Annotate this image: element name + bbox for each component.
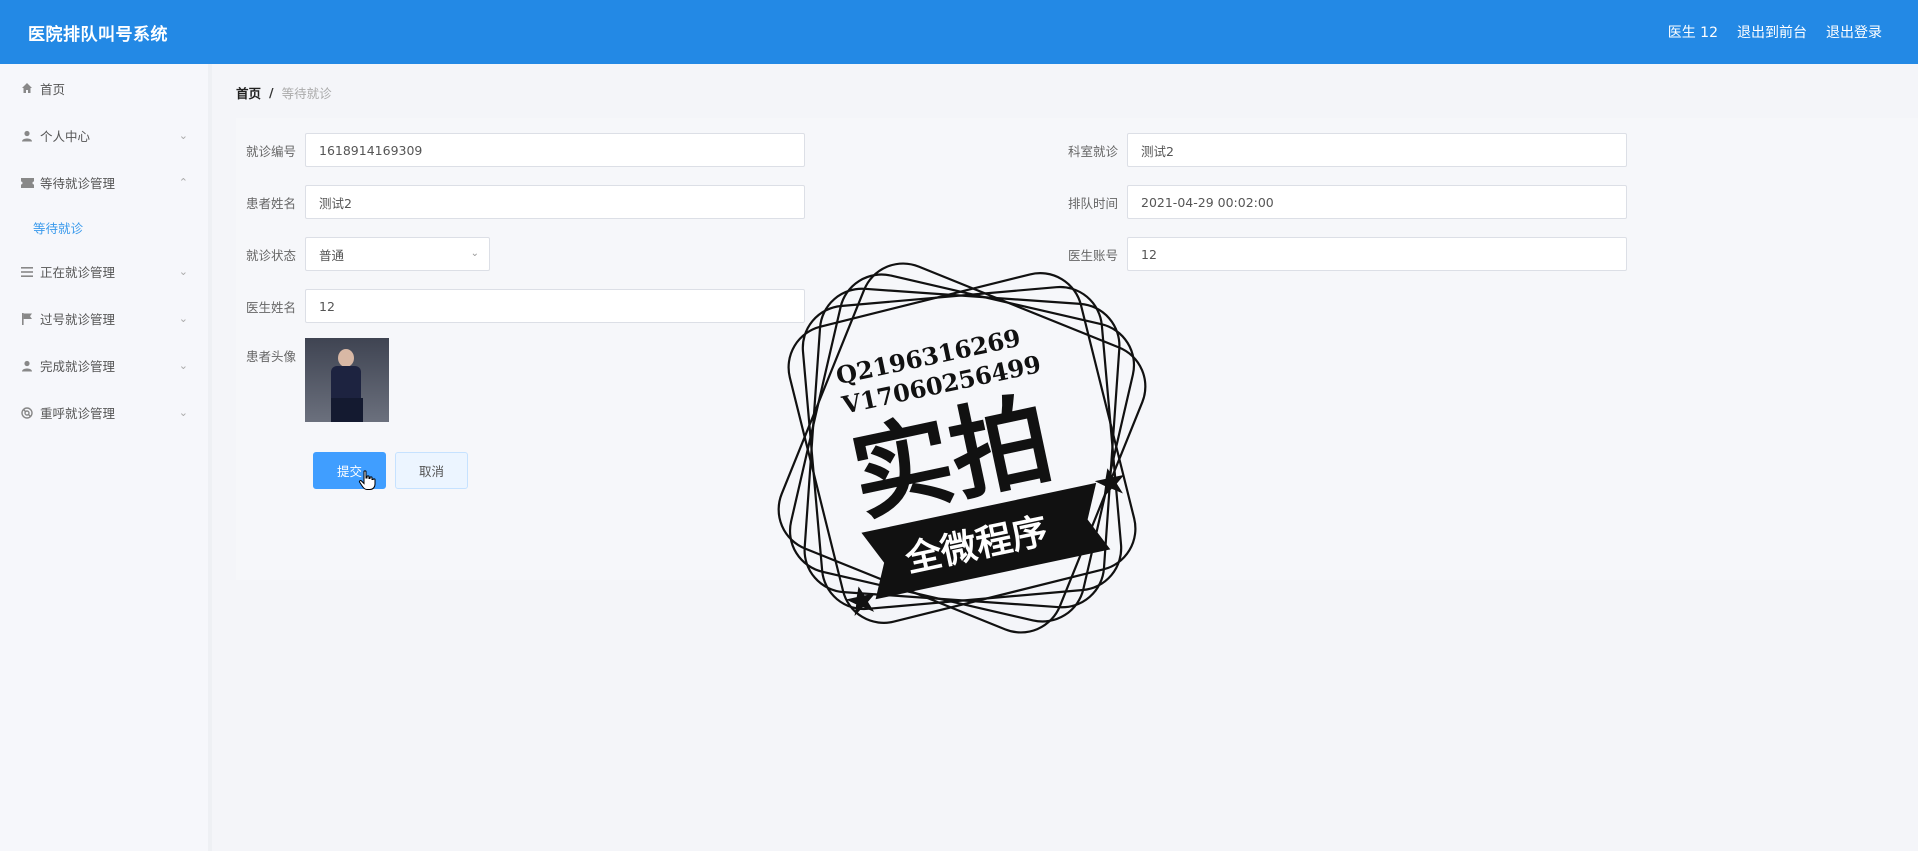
sidebar-item-label: 重呼就诊管理: [40, 406, 116, 421]
form-row-doctor-name: 医生姓名 12: [236, 289, 805, 323]
flag-icon: [20, 312, 34, 326]
sidebar-item-label: 完成就诊管理: [40, 359, 116, 374]
sidebar-item-label: 个人中心: [40, 129, 91, 144]
logout-link[interactable]: 退出登录: [1826, 22, 1882, 42]
breadcrumb-separator: /: [269, 84, 274, 100]
chevron-down-icon: ⌄: [178, 359, 188, 372]
doctor-name-label: 医生姓名: [245, 299, 296, 315]
hand-pointer-icon: [358, 470, 376, 490]
patient-avatar-image[interactable]: [305, 338, 389, 422]
ticket-icon: [20, 176, 34, 190]
sidebar-item-in-progress-management[interactable]: 正在就诊管理 ⌄: [0, 248, 208, 295]
patient-avatar-label: 患者头像: [245, 349, 296, 364]
top-nav-links: 医生 12 退出到前台 退出登录: [1668, 22, 1882, 42]
status-label: 就诊状态: [245, 247, 296, 263]
form-row-queue-time: 排队时间 2021-04-29 00:02:00: [1058, 185, 1627, 219]
sidebar-item-missed-management[interactable]: 过号就诊管理 ⌄: [0, 295, 208, 342]
department-input[interactable]: 测试2: [1127, 133, 1627, 167]
sidebar-item-label: 过号就诊管理: [40, 312, 116, 327]
cancel-button[interactable]: 取消: [395, 452, 468, 489]
form-row-visit-no: 就诊编号 1618914169309: [236, 133, 805, 167]
queue-time-label: 排队时间: [1067, 195, 1118, 211]
chevron-down-icon: ⌄: [178, 265, 188, 278]
visit-no-label: 就诊编号: [245, 143, 296, 159]
sidebar-item-personal-center[interactable]: 个人中心 ⌄: [0, 112, 208, 159]
form-row-department: 科室就诊 测试2: [1058, 133, 1627, 167]
home-icon: [20, 81, 34, 95]
user-icon: [20, 129, 34, 143]
patient-name-label: 患者姓名: [245, 195, 296, 211]
chevron-up-icon: ⌃: [178, 176, 188, 189]
sidebar-item-label: 正在就诊管理: [40, 265, 116, 280]
form-row-avatar: 患者头像: [236, 338, 389, 422]
sidebar-item-waiting-management[interactable]: 等待就诊管理 ⌃: [0, 159, 208, 206]
breadcrumb-current: 等待就诊: [281, 85, 332, 101]
sidebar-item-recall-management[interactable]: 重呼就诊管理 ⌄: [0, 389, 208, 436]
chevron-down-icon: ⌄: [470, 248, 479, 259]
queue-time-input[interactable]: 2021-04-29 00:02:00: [1127, 185, 1627, 219]
form-row-status: 就诊状态 普通 ⌄: [236, 237, 490, 271]
sidebar: 首页 个人中心 ⌄ 等待就诊管理 ⌃ 等待就诊 正在就诊管理 ⌄ 过号就诊管理 …: [0, 64, 212, 851]
chevron-down-icon: ⌄: [178, 406, 188, 419]
visit-no-input[interactable]: 1618914169309: [305, 133, 805, 167]
app-title: 医院排队叫号系统: [28, 25, 168, 45]
chevron-down-icon: ⌄: [178, 129, 188, 142]
sidebar-subitem-waiting[interactable]: 等待就诊: [0, 206, 208, 248]
status-selected-value: 普通: [319, 247, 345, 263]
department-label: 科室就诊: [1067, 143, 1118, 159]
sidebar-subitem-label: 等待就诊: [33, 220, 84, 236]
chevron-down-icon: ⌄: [178, 312, 188, 325]
user-icon: [20, 359, 34, 373]
patient-name-input[interactable]: 测试2: [305, 185, 805, 219]
doctor-name-input[interactable]: 12: [305, 289, 805, 323]
sidebar-item-home[interactable]: 首页: [0, 64, 208, 112]
form-row-patient-name: 患者姓名 测试2: [236, 185, 805, 219]
watermark-stamp: Q2196316269 V17060256499 实拍 全微程序: [777, 262, 1147, 634]
top-navbar: 医院排队叫号系统 医生 12 退出到前台 退出登录: [0, 0, 1918, 64]
exit-to-front-link[interactable]: 退出到前台: [1737, 22, 1807, 42]
list-icon: [20, 265, 34, 279]
sidebar-item-label: 等待就诊管理: [40, 176, 116, 191]
sidebar-item-completed-management[interactable]: 完成就诊管理 ⌄: [0, 342, 208, 389]
current-user-link[interactable]: 医生 12: [1668, 22, 1718, 42]
avatar-legs: [331, 398, 363, 422]
avatar-head: [338, 349, 354, 367]
star-icon: [845, 586, 876, 617]
life-ring-icon: [20, 406, 34, 420]
status-select[interactable]: 普通 ⌄: [305, 237, 490, 271]
breadcrumb: 首页 / 等待就诊: [236, 82, 332, 102]
breadcrumb-home[interactable]: 首页: [236, 83, 261, 102]
doctor-account-input[interactable]: 12: [1127, 237, 1627, 271]
sidebar-item-label: 首页: [40, 81, 66, 97]
